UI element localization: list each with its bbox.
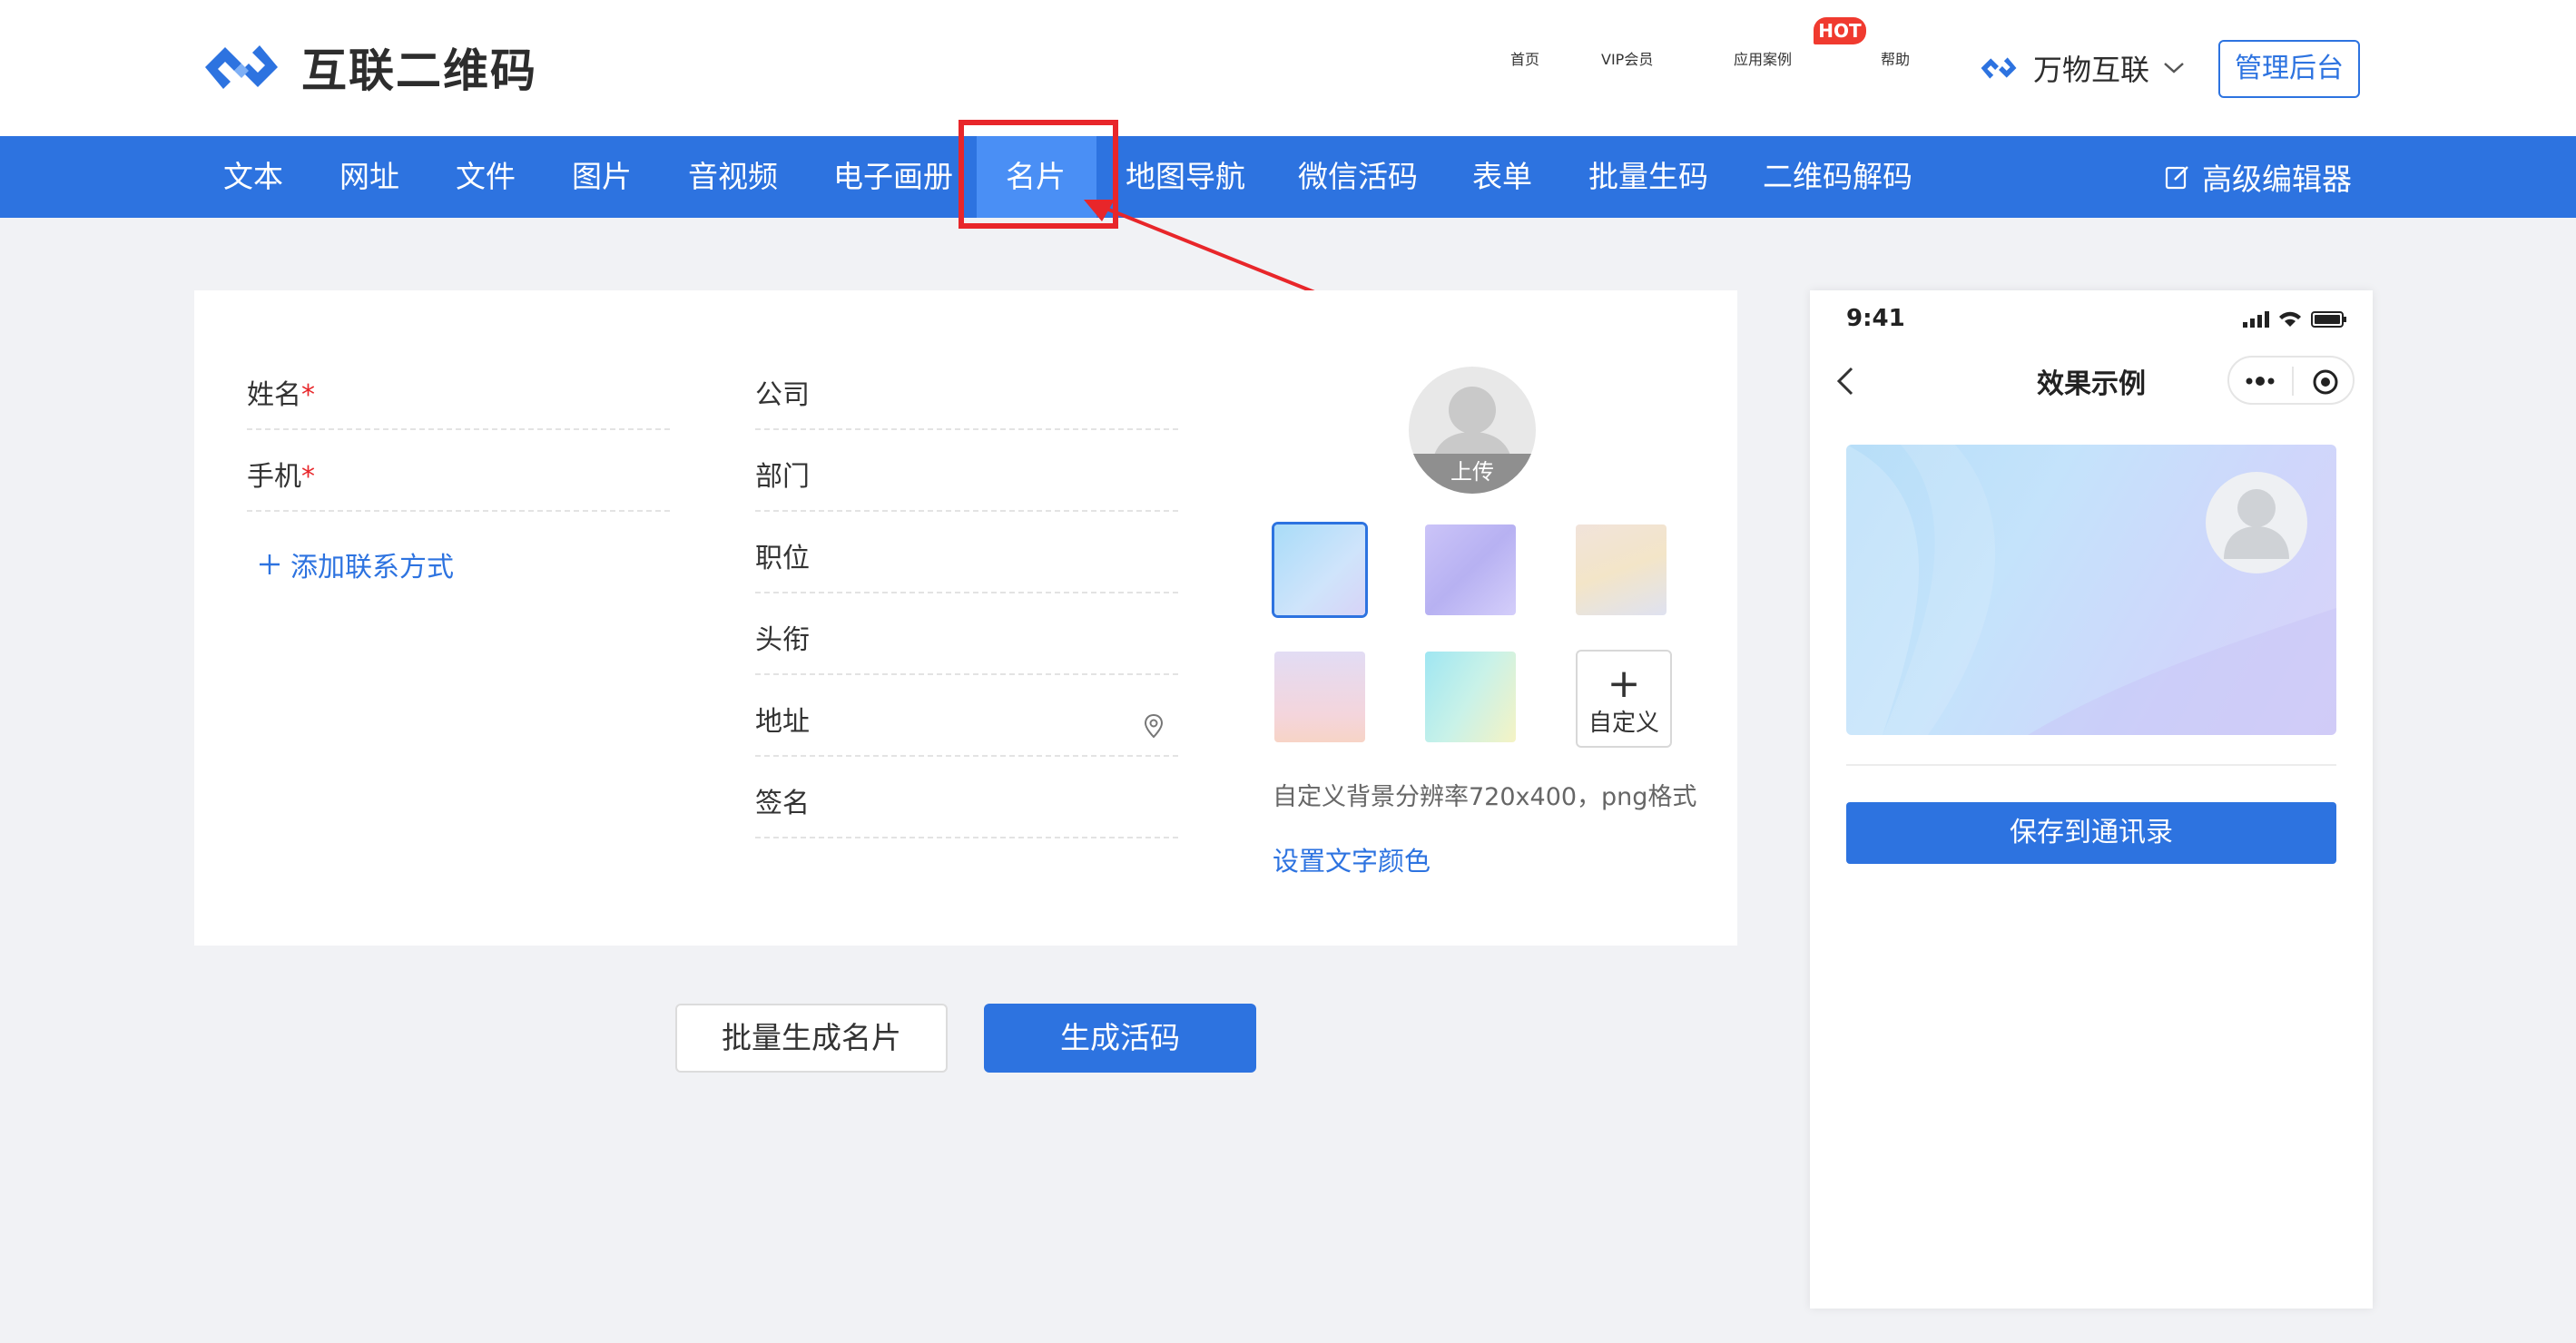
- plus-icon: [260, 554, 280, 574]
- company-label: 公司: [755, 379, 810, 411]
- nav-cases[interactable]: 应用案例: [1734, 47, 1792, 69]
- page: 互联二维码 首页 VIP会员 应用案例 HOT 帮助 万物互联 管理后台 文本 …: [0, 0, 2576, 1343]
- tab-batch[interactable]: 批量生码: [1588, 136, 1708, 218]
- status-time: 9:41: [1846, 305, 1905, 332]
- vcard-preview-card: [1846, 445, 2336, 735]
- preview-avatar: [2206, 472, 2307, 573]
- chevron-down-icon: [2164, 63, 2184, 74]
- add-contact-label: 添加联系方式: [290, 552, 454, 583]
- background-option-1[interactable]: [1274, 524, 1365, 615]
- position-label: 职位: [755, 543, 810, 574]
- admin-button[interactable]: 管理后台: [2218, 40, 2360, 98]
- close-target-icon[interactable]: [2311, 368, 2340, 397]
- signature-field[interactable]: 签名: [755, 757, 1178, 838]
- brand-logo-icon: [205, 45, 278, 89]
- top-header: 互联二维码 首页 VIP会员 应用案例 HOT 帮助 万物互联 管理后台: [0, 0, 2576, 136]
- name-label-text: 姓名: [247, 379, 301, 411]
- background-note: 自定义背景分辨率720x400，png格式: [1273, 783, 1697, 811]
- avatar-upload[interactable]: 上传: [1409, 367, 1536, 494]
- custom-background-button[interactable]: + 自定义: [1576, 650, 1672, 748]
- capsule-separator: [2292, 367, 2294, 396]
- nav-home[interactable]: 首页: [1510, 47, 1539, 69]
- company-field[interactable]: 公司: [755, 348, 1178, 430]
- department-label: 部门: [755, 461, 810, 493]
- preview-divider: [1846, 764, 2336, 766]
- tab-url[interactable]: 网址: [339, 136, 399, 218]
- wifi-icon: [2279, 311, 2301, 327]
- background-option-4[interactable]: [1274, 652, 1365, 742]
- background-option-2[interactable]: [1425, 524, 1516, 615]
- nav-vip[interactable]: VIP会员: [1601, 47, 1653, 69]
- phone-label-text: 手机: [247, 461, 301, 493]
- name-field[interactable]: 姓名*: [247, 348, 670, 430]
- add-contact-link[interactable]: 添加联系方式: [258, 544, 454, 584]
- save-to-contacts-button[interactable]: 保存到通讯录: [1846, 802, 2336, 864]
- nav-help[interactable]: 帮助: [1881, 47, 1910, 69]
- brand-logo[interactable]: 互联二维码: [198, 34, 537, 100]
- advanced-editor-link[interactable]: 高级编辑器: [2164, 136, 2352, 218]
- name-label: 姓名*: [247, 372, 315, 412]
- background-option-5[interactable]: [1425, 652, 1516, 742]
- edit-icon: [2165, 166, 2188, 190]
- location-pin-icon[interactable]: [1144, 713, 1164, 739]
- tab-decode[interactable]: 二维码解码: [1763, 136, 1912, 218]
- brand-name: 互联二维码: [301, 44, 537, 97]
- phone-label: 手机*: [247, 454, 315, 494]
- upload-label: 上传: [1409, 454, 1536, 494]
- tab-audio-video[interactable]: 音视频: [688, 136, 778, 218]
- title-label: 头衔: [755, 624, 810, 656]
- set-text-color-link[interactable]: 设置文字颜色: [1273, 840, 1431, 878]
- position-field[interactable]: 职位: [755, 512, 1178, 593]
- required-mark: *: [301, 379, 315, 411]
- required-mark: *: [301, 461, 315, 493]
- generate-qrcode-button[interactable]: 生成活码: [984, 1004, 1256, 1073]
- more-dots-icon[interactable]: [2242, 370, 2278, 392]
- status-icons: [2242, 310, 2347, 328]
- tab-file[interactable]: 文件: [456, 136, 516, 218]
- signature-label: 签名: [755, 788, 810, 819]
- miniprogram-capsule[interactable]: [2227, 356, 2355, 405]
- plus-icon: +: [1607, 661, 1641, 707]
- address-label: 地址: [755, 706, 810, 738]
- person-silhouette-icon: [2224, 489, 2289, 559]
- tab-image[interactable]: 图片: [572, 136, 632, 218]
- tab-text[interactable]: 文本: [223, 136, 283, 218]
- phone-preview: 9:41 效果示例 保存到通讯录: [1810, 290, 2373, 1309]
- account-menu[interactable]: 万物互联: [1977, 47, 2186, 89]
- address-field[interactable]: 地址: [755, 675, 1178, 757]
- account-name: 万物互联: [2033, 53, 2150, 87]
- tab-album[interactable]: 电子画册: [833, 136, 953, 218]
- tab-form[interactable]: 表单: [1472, 136, 1532, 218]
- background-option-3[interactable]: [1576, 524, 1667, 615]
- batch-generate-vcard-button[interactable]: 批量生成名片: [675, 1004, 948, 1073]
- advanced-editor-label: 高级编辑器: [2202, 162, 2352, 197]
- account-logo-icon: [1981, 57, 2017, 79]
- title-field[interactable]: 头衔: [755, 593, 1178, 675]
- phone-field[interactable]: 手机*: [247, 430, 670, 512]
- signal-icon: [2243, 311, 2269, 328]
- department-field[interactable]: 部门: [755, 430, 1178, 512]
- battery-icon: [2311, 311, 2346, 328]
- custom-background-label: 自定义: [1588, 710, 1659, 737]
- hot-badge: HOT: [1814, 17, 1866, 44]
